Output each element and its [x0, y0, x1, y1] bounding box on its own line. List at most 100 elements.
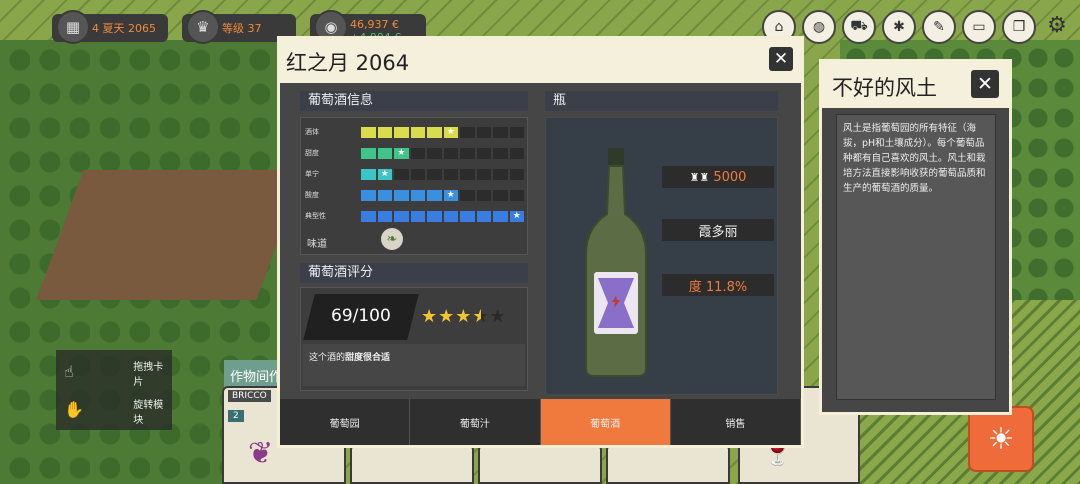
- barrel-icon[interactable]: ◍: [802, 10, 836, 44]
- attribute-label: 酸度: [305, 191, 319, 199]
- dialog-header: 红之月 2064 ✕: [280, 39, 801, 83]
- bar-segment: [377, 189, 392, 201]
- attribute-bar: ★: [361, 147, 524, 159]
- bar-segment: ★: [377, 168, 392, 180]
- bar-segment: [410, 189, 425, 201]
- money-text: 46,937 €: [350, 18, 399, 31]
- bar-segment: [394, 189, 409, 201]
- score-header: 葡萄酒评分: [300, 263, 528, 283]
- bar-segment: [410, 168, 425, 180]
- tools-icon[interactable]: ✎: [922, 10, 956, 44]
- bar-segment: [427, 126, 442, 138]
- tab-must[interactable]: 葡萄汁: [410, 399, 541, 445]
- terroir-info-panel: 不好的风土 ✕ 风土是指葡萄园的所有特征（海拔，pH和土壤成分）。每个葡萄品种都…: [819, 59, 1012, 415]
- bar-segment: [361, 168, 376, 180]
- bar-segment: [394, 210, 409, 222]
- bar-segment: [394, 126, 409, 138]
- bar-segment: [443, 210, 458, 222]
- calendar-icon: ▦: [56, 10, 90, 44]
- star-icon: ★: [472, 306, 490, 327]
- star-icon: ★: [421, 306, 439, 327]
- bar-segment: [493, 147, 508, 159]
- attribute-bar: ★: [361, 168, 524, 180]
- bar-segment: [427, 210, 442, 222]
- card-label: BRICCO: [228, 390, 271, 402]
- bar-segment: [476, 168, 491, 180]
- date-display[interactable]: ▦ 4 夏天 2065: [52, 10, 168, 44]
- research-icon[interactable]: ✱: [882, 10, 916, 44]
- attributes-panel: 酒体 ★ 甜度 ★ 单宁 ★ 酸度 ★ 典型性 ★ 味道 ❧: [300, 117, 528, 255]
- bar-segment: [460, 147, 475, 159]
- bar-segment: [427, 189, 442, 201]
- bar-segment: [427, 168, 442, 180]
- hint-drag: ☝ 拖拽卡片: [64, 358, 172, 388]
- herb-icon[interactable]: ❧: [381, 228, 403, 250]
- bottle-count: ♜♜ 5000: [662, 166, 774, 188]
- bar-segment: [509, 168, 524, 180]
- bar-segment: [410, 210, 425, 222]
- taste-label: 味道: [307, 239, 327, 250]
- hand-icon: ✋: [64, 400, 84, 419]
- alcohol-content: 度 11.8%: [662, 274, 774, 296]
- hint-rotate-label: 旋转模块: [133, 400, 164, 426]
- tab-vineyard[interactable]: 葡萄园: [280, 399, 411, 445]
- bar-segment: [476, 210, 491, 222]
- wine-detail-dialog: 红之月 2064 ✕ 葡萄酒信息 酒体 ★ 甜度 ★ 单宁 ★ 酸度 ★ 典型性 ★ 味道 ❧ 葡…: [277, 36, 804, 448]
- bar-segment: [410, 126, 425, 138]
- bar-segment: [493, 168, 508, 180]
- bar-segment: [509, 147, 524, 159]
- end-turn-sun-icon[interactable]: ☀: [968, 406, 1034, 472]
- bar-segment: [443, 147, 458, 159]
- bar-segment: ★: [443, 189, 458, 201]
- bar-segment: [443, 168, 458, 180]
- attribute-label: 酒体: [305, 128, 319, 136]
- bar-segment: [460, 126, 475, 138]
- card-crop-title: 作物间作: [230, 370, 283, 385]
- bar-segment: [509, 126, 524, 138]
- bar-segment: [509, 189, 524, 201]
- controls-hint: ☝ 拖拽卡片 ✋ 旋转模块: [56, 350, 172, 430]
- side-title: 不好的风土: [832, 76, 937, 100]
- bar-segment: [361, 147, 376, 159]
- card-grape-2[interactable]: [350, 444, 474, 484]
- bar-segment: [427, 147, 442, 159]
- attribute-label: 甜度: [305, 149, 319, 157]
- bar-segment: [394, 168, 409, 180]
- bar-segment: ★: [509, 210, 524, 222]
- bottle-header: 瓶: [545, 91, 778, 111]
- bar-segment: [361, 189, 376, 201]
- side-close-button[interactable]: ✕: [971, 70, 999, 98]
- side-description: 风土是指葡萄园的所有特征（海拔，pH和土壤成分）。每个葡萄品种都有自己喜欢的风土…: [836, 114, 996, 400]
- stats-icon[interactable]: ▭: [962, 10, 996, 44]
- bar-segment: [460, 168, 475, 180]
- truck-icon[interactable]: ⛟: [842, 10, 876, 44]
- bar-segment: [361, 210, 376, 222]
- dialog-title: 红之月 2064: [286, 51, 410, 75]
- star-rating: ★★★★★: [421, 306, 507, 327]
- bottle-count-value: 5000: [713, 169, 747, 185]
- bottles-icon: ♜♜: [689, 170, 710, 184]
- grape-icon: ❦: [248, 436, 274, 471]
- star-icon: ★: [438, 306, 456, 327]
- bar-segment: [476, 189, 491, 201]
- date-text: 4 夏天 2065: [92, 22, 156, 35]
- tab-wine[interactable]: 葡萄酒: [540, 399, 671, 445]
- comment-box: 这个酒的甜度很合适: [303, 344, 525, 386]
- wine-bottle-icon: [585, 148, 647, 377]
- hint-rotate: ✋ 旋转模块: [64, 396, 172, 426]
- dialog-tabs: 葡萄园 葡萄汁 葡萄酒 销售: [280, 399, 801, 445]
- tab-sales[interactable]: 销售: [670, 399, 801, 445]
- crown-icon: ♛: [186, 10, 220, 44]
- close-button[interactable]: ✕: [769, 47, 793, 71]
- bar-segment: [377, 126, 392, 138]
- bar-segment: [377, 147, 392, 159]
- attribute-label: 典型性: [305, 212, 326, 220]
- card-grape-4[interactable]: [606, 444, 730, 484]
- bar-segment: [460, 210, 475, 222]
- settings-gear-icon[interactable]: ⚙: [1042, 10, 1072, 40]
- bar-segment: [460, 189, 475, 201]
- attribute-label: 单宁: [305, 170, 319, 178]
- book-icon[interactable]: ❒: [1002, 10, 1036, 44]
- bar-segment: [476, 147, 491, 159]
- card-grape-3[interactable]: [478, 444, 602, 484]
